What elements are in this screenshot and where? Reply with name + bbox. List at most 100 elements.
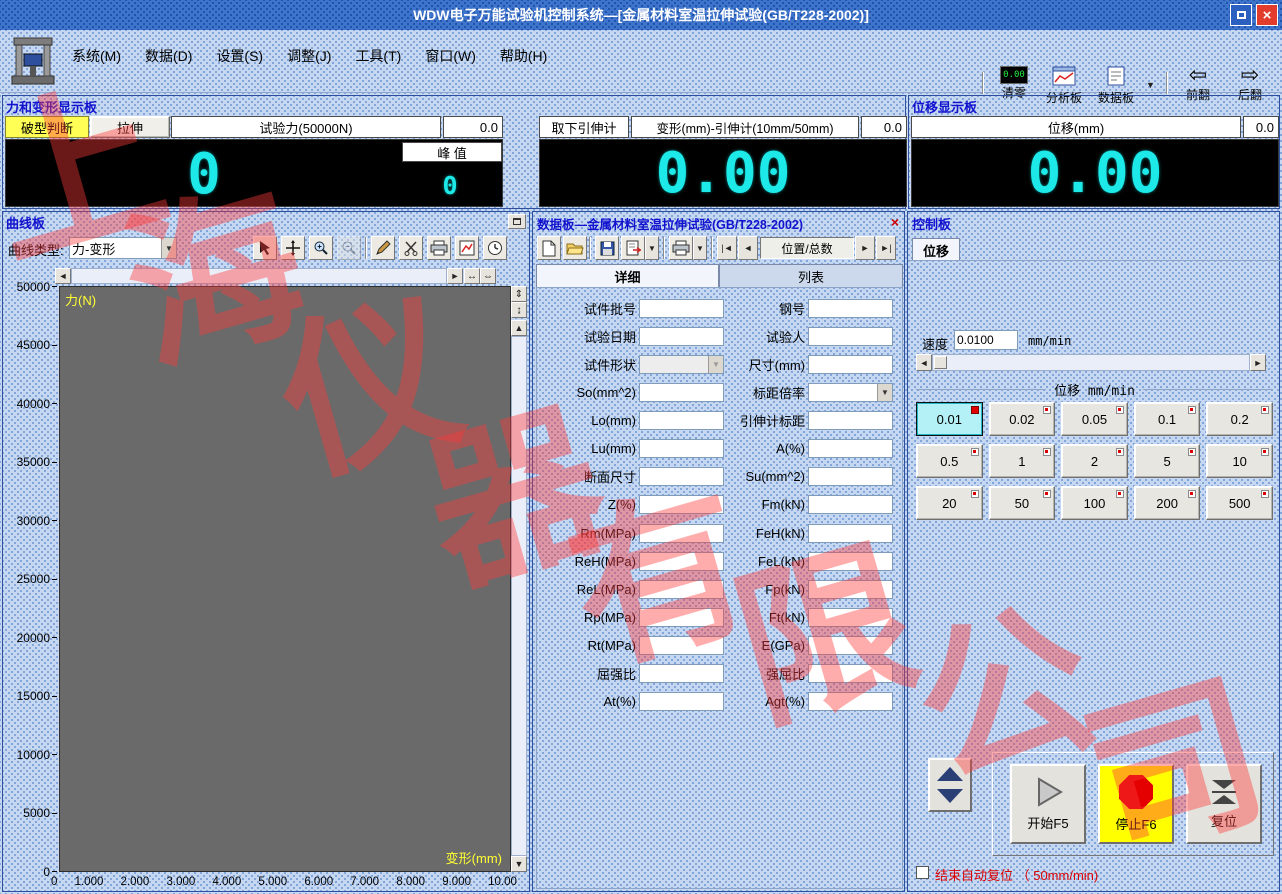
record-prev-button[interactable]: ◄ bbox=[738, 236, 758, 260]
cut-tool-button[interactable] bbox=[399, 236, 423, 260]
su-input[interactable] bbox=[808, 467, 893, 487]
speed-button[interactable]: 20 bbox=[916, 486, 983, 520]
gauge-ratio-select[interactable]: ▼ bbox=[808, 382, 893, 402]
feh-input[interactable] bbox=[808, 523, 893, 543]
speed-button[interactable]: 0.02 bbox=[988, 402, 1056, 436]
save-record-button[interactable] bbox=[595, 236, 619, 260]
auto-reset-checkbox[interactable] bbox=[916, 866, 929, 879]
speed-slider-track[interactable] bbox=[932, 354, 1250, 371]
menu-system[interactable]: 系统(M) bbox=[60, 42, 133, 70]
remove-extensometer-button[interactable]: 取下引伸计 bbox=[539, 116, 629, 138]
tensile-yield-ratio-input[interactable] bbox=[808, 664, 893, 684]
rp-input[interactable] bbox=[639, 608, 724, 628]
print-record-button[interactable] bbox=[669, 236, 693, 260]
size-input[interactable] bbox=[808, 354, 893, 374]
z-percent-input[interactable] bbox=[639, 495, 724, 515]
section-size-input[interactable] bbox=[639, 467, 724, 487]
tab-displacement[interactable]: 位移 bbox=[912, 238, 960, 261]
e-modulus-input[interactable] bbox=[808, 636, 893, 656]
fm-input[interactable] bbox=[808, 495, 893, 515]
fp-input[interactable] bbox=[808, 579, 893, 599]
yield-ratio-input[interactable] bbox=[639, 664, 724, 684]
start-button[interactable]: 开始F5 bbox=[1010, 764, 1086, 844]
specimen-shape-select[interactable]: ▼ bbox=[639, 354, 724, 374]
speed-button[interactable]: 10 bbox=[1206, 444, 1273, 478]
hscrollbar-track[interactable] bbox=[71, 268, 447, 284]
ft-input[interactable] bbox=[808, 608, 893, 628]
at-percent-input[interactable] bbox=[639, 692, 724, 712]
tab-detail[interactable]: 详细 bbox=[536, 264, 719, 288]
steel-grade-input[interactable] bbox=[808, 298, 893, 318]
fit-all-button[interactable]: ↨ bbox=[511, 302, 527, 318]
export-dropdown-icon[interactable]: ▼ bbox=[645, 236, 659, 260]
data-panel-close-button[interactable]: × bbox=[887, 214, 903, 230]
zoom-in-button[interactable] bbox=[309, 236, 333, 260]
fit-extents-button[interactable]: ⇔ bbox=[480, 268, 496, 284]
slider-left-button[interactable]: ◄ bbox=[916, 354, 932, 371]
menu-tools[interactable]: 工具(T) bbox=[343, 42, 413, 70]
speed-button[interactable]: 500 bbox=[1206, 486, 1273, 520]
record-next-button[interactable]: ► bbox=[855, 236, 875, 260]
speed-button[interactable]: 5 bbox=[1133, 444, 1201, 478]
stop-button[interactable]: 停止F6 bbox=[1098, 764, 1174, 844]
plot-area[interactable]: 力(N) 变形(mm) bbox=[59, 286, 511, 872]
vscrollbar-track[interactable] bbox=[511, 336, 527, 856]
lo-input[interactable] bbox=[639, 411, 724, 431]
speed-button[interactable]: 0.01 bbox=[916, 402, 983, 436]
speed-button[interactable]: 50 bbox=[988, 486, 1056, 520]
zoom-out-button[interactable] bbox=[337, 236, 361, 260]
print-curve-button[interactable] bbox=[427, 236, 451, 260]
reh-input[interactable] bbox=[639, 551, 724, 571]
fel-input[interactable] bbox=[808, 551, 893, 571]
chart-style-button[interactable] bbox=[455, 236, 479, 260]
menu-help[interactable]: 帮助(H) bbox=[488, 42, 559, 70]
record-first-button[interactable]: |◄ bbox=[717, 236, 737, 260]
menu-window[interactable]: 窗口(W) bbox=[413, 42, 488, 70]
hscroll-right-button[interactable]: ► bbox=[447, 268, 463, 284]
timer-tool-button[interactable] bbox=[483, 236, 507, 260]
break-judge-button[interactable]: 破型判断 bbox=[5, 116, 89, 138]
close-button[interactable]: × bbox=[1256, 4, 1278, 26]
menu-settings[interactable]: 设置(S) bbox=[204, 42, 275, 70]
a-percent-input[interactable] bbox=[808, 439, 893, 459]
rm-input[interactable] bbox=[639, 523, 724, 543]
record-last-button[interactable]: ►| bbox=[876, 236, 896, 260]
so-input[interactable] bbox=[639, 382, 724, 402]
menu-adjust[interactable]: 调整(J) bbox=[275, 42, 343, 70]
rt-input[interactable] bbox=[639, 636, 724, 656]
speed-button[interactable]: 0.05 bbox=[1061, 402, 1128, 436]
print-dropdown-icon[interactable]: ▼ bbox=[693, 236, 707, 260]
vscroll-up-button[interactable]: ▲ bbox=[511, 320, 527, 336]
speed-button[interactable]: 200 bbox=[1133, 486, 1201, 520]
speed-button[interactable]: 0.2 bbox=[1206, 402, 1273, 436]
speed-slider-thumb[interactable] bbox=[934, 356, 947, 369]
reset-button[interactable]: 复位 bbox=[1186, 764, 1262, 844]
fit-height-button[interactable]: ⇕ bbox=[511, 286, 527, 302]
slider-right-button[interactable]: ► bbox=[1250, 354, 1266, 371]
board-dropdown-icon[interactable]: ▼ bbox=[1146, 80, 1155, 90]
fit-width-button[interactable]: ↔ bbox=[464, 268, 480, 284]
export-record-button[interactable] bbox=[621, 236, 645, 260]
speed-button[interactable]: 1 bbox=[988, 444, 1056, 478]
jog-up-down-button[interactable] bbox=[928, 758, 972, 812]
extensometer-gauge-input[interactable] bbox=[808, 411, 893, 431]
rel-input[interactable] bbox=[639, 579, 724, 599]
tab-list[interactable]: 列表 bbox=[719, 264, 903, 288]
lu-input[interactable] bbox=[639, 439, 724, 459]
speed-input[interactable] bbox=[954, 330, 1018, 350]
menu-data[interactable]: 数据(D) bbox=[133, 42, 204, 70]
curve-restore-button[interactable] bbox=[508, 214, 526, 229]
curve-type-select[interactable]: 力-变形 ▼ bbox=[69, 237, 177, 259]
vscroll-down-button[interactable]: ▼ bbox=[511, 856, 527, 872]
open-record-button[interactable] bbox=[563, 236, 587, 260]
tensile-button[interactable]: 拉伸 bbox=[90, 116, 170, 138]
agt-percent-input[interactable] bbox=[808, 692, 893, 712]
pen-tool-button[interactable] bbox=[371, 236, 395, 260]
crosshair-tool-button[interactable] bbox=[281, 236, 305, 260]
speed-button[interactable]: 100 bbox=[1061, 486, 1128, 520]
speed-button[interactable]: 2 bbox=[1061, 444, 1128, 478]
speed-button[interactable]: 0.1 bbox=[1133, 402, 1201, 436]
speed-button[interactable]: 0.5 bbox=[916, 444, 983, 478]
new-record-button[interactable] bbox=[537, 236, 561, 260]
hscroll-left-button[interactable]: ◄ bbox=[55, 268, 71, 284]
